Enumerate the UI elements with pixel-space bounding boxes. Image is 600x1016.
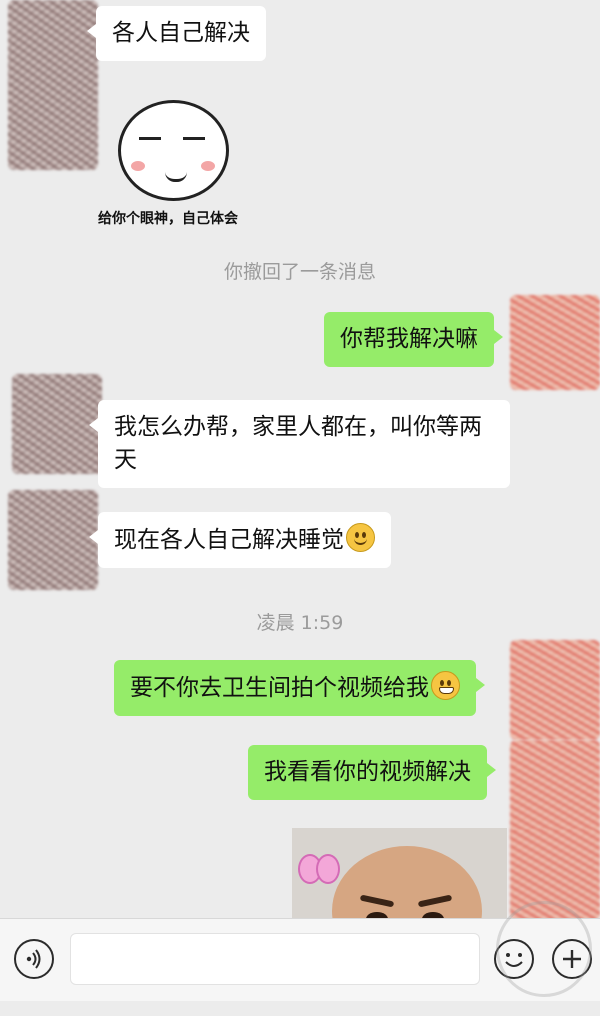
sticker-face-meme[interactable] <box>292 828 507 918</box>
message-bubble-outgoing[interactable]: 你帮我解决嘛 <box>324 312 503 367</box>
grin-emoji-icon <box>431 671 460 700</box>
message-input[interactable] <box>70 933 480 985</box>
message-bubble-outgoing[interactable]: 我看看你的视频解决 <box>248 745 496 800</box>
message-bubble-incoming[interactable]: 现在各人自己解决睡觉 <box>89 512 391 568</box>
sticker-eye-look[interactable]: 给你个眼神，自己体会 <box>98 90 238 235</box>
contact-avatar[interactable] <box>8 0 98 170</box>
sticker-face <box>332 846 482 918</box>
message-bubble-outgoing[interactable]: 要不你去卫生间拍个视频给我 <box>114 660 485 716</box>
sticker-face <box>118 100 229 201</box>
smile-emoji-icon <box>346 523 375 552</box>
message-bubble-incoming[interactable]: 我怎么办帮，家里人都在，叫你等两天 <box>89 400 510 488</box>
my-avatar[interactable] <box>510 640 600 740</box>
recall-notice: 你撤回了一条消息 <box>223 261 376 283</box>
my-avatar[interactable] <box>510 740 600 840</box>
message-text: 要不你去卫生间拍个视频给我 <box>130 675 429 701</box>
bow-decoration <box>298 850 340 886</box>
sticker-caption: 给你个眼神，自己体会 <box>98 211 238 227</box>
message-text: 各人自己解决 <box>112 20 250 46</box>
message-text: 现在各人自己解决睡觉 <box>114 527 344 553</box>
voice-input-icon[interactable] <box>14 939 54 979</box>
sticker-eye <box>139 137 161 146</box>
sticker-brow <box>359 894 395 908</box>
my-avatar[interactable] <box>510 295 600 390</box>
sticker-mouth <box>165 169 187 182</box>
chat-area: 各人自己解决 给你个眼神，自己体会 你撤回了一条消息 你帮我解决嘛 我怎么办帮，… <box>0 0 600 918</box>
sticker-eye <box>183 137 205 146</box>
input-bar <box>0 882 600 1016</box>
timestamp: 凌晨 1:59 <box>256 612 344 634</box>
message-text: 我怎么办帮，家里人都在，叫你等两天 <box>114 414 482 473</box>
sticker-brow <box>417 894 453 908</box>
message-text: 你帮我解决嘛 <box>340 326 478 352</box>
voice-icon-glyph <box>26 949 41 969</box>
message-bubble-incoming[interactable]: 各人自己解决 <box>87 6 266 61</box>
contact-avatar[interactable] <box>8 490 98 590</box>
sticker-cheek <box>201 161 215 171</box>
message-text: 我看看你的视频解决 <box>264 759 471 785</box>
sticker-cheek <box>131 161 145 171</box>
